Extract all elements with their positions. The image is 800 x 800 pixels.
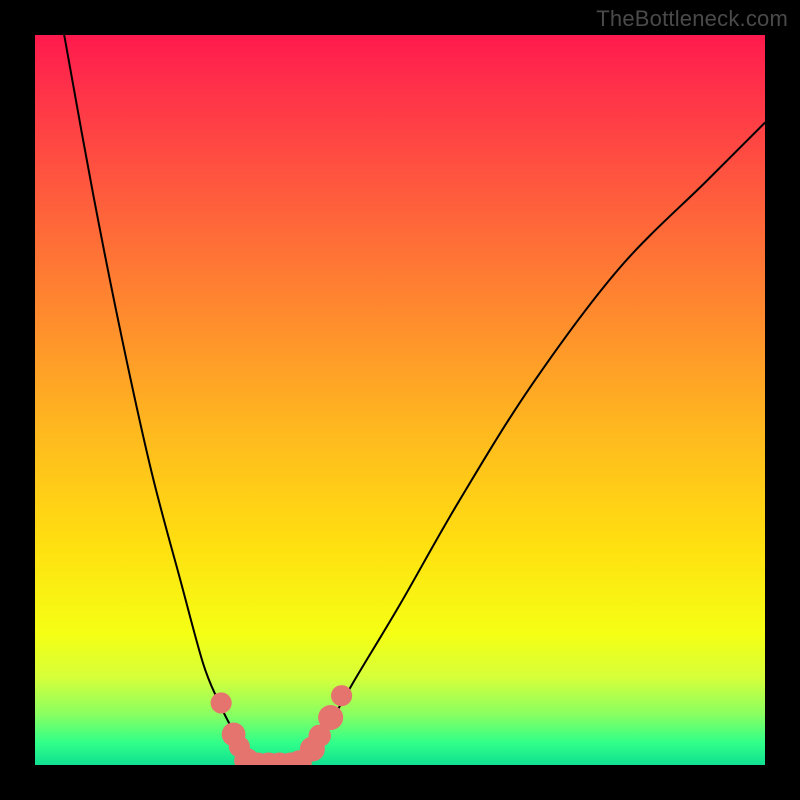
watermark-label: TheBottleneck.com: [596, 6, 788, 32]
marker-dot: [211, 692, 232, 713]
curve-markers: [211, 685, 353, 765]
curve-left-branch: [64, 35, 254, 765]
marker-dot: [331, 685, 352, 706]
chart-frame: TheBottleneck.com: [0, 0, 800, 800]
bottleneck-curve: [64, 35, 765, 765]
curve-layer: [35, 35, 765, 765]
curve-right-branch: [298, 123, 765, 765]
marker-dot: [318, 705, 343, 730]
plot-area: [35, 35, 765, 765]
